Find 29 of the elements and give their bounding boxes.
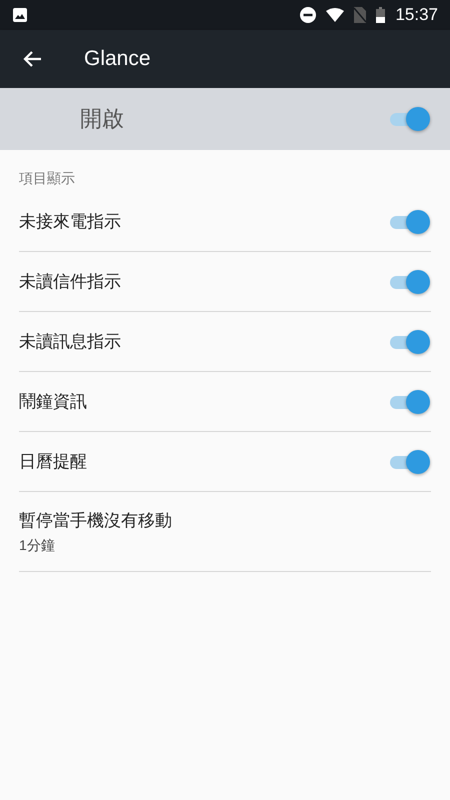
setting-label: 鬧鐘資訊 bbox=[19, 391, 87, 413]
status-time: 15:37 bbox=[395, 5, 438, 25]
setting-summary: 1分鐘 bbox=[19, 536, 56, 554]
setting-row[interactable]: 未讀訊息指示 bbox=[19, 312, 431, 372]
setting-row[interactable]: 暫停當手機沒有移動 1分鐘 bbox=[19, 492, 431, 572]
toggle-switch[interactable] bbox=[388, 448, 428, 474]
setting-row[interactable]: 未讀信件指示 bbox=[19, 252, 431, 312]
no-sim-icon bbox=[354, 7, 366, 23]
toggle-switch[interactable] bbox=[388, 388, 428, 414]
toggle-switch[interactable] bbox=[388, 328, 428, 354]
battery-icon bbox=[376, 7, 386, 23]
back-arrow-icon bbox=[22, 50, 42, 68]
master-switch-label: 開啟 bbox=[80, 105, 124, 133]
toggle-switch[interactable] bbox=[388, 208, 428, 234]
toggle-switch[interactable] bbox=[388, 268, 428, 294]
toggle-switch[interactable] bbox=[388, 106, 428, 132]
setting-row[interactable]: 日曆提醒 bbox=[19, 432, 431, 492]
setting-row[interactable]: 鬧鐘資訊 bbox=[19, 372, 431, 432]
setting-label: 日曆提醒 bbox=[19, 451, 87, 473]
setting-row[interactable]: 未接來電指示 bbox=[19, 192, 431, 252]
setting-label: 未接來電指示 bbox=[19, 211, 121, 233]
setting-label: 暫停當手機沒有移動 bbox=[19, 510, 172, 532]
setting-label: 未讀信件指示 bbox=[19, 271, 121, 293]
do-not-disturb-icon bbox=[300, 7, 316, 23]
wifi-icon bbox=[326, 8, 344, 22]
setting-label: 未讀訊息指示 bbox=[19, 331, 121, 353]
image-icon bbox=[13, 8, 27, 22]
screen-title: Glance bbox=[84, 47, 151, 71]
category-header: 項目顯示 bbox=[18, 169, 76, 188]
